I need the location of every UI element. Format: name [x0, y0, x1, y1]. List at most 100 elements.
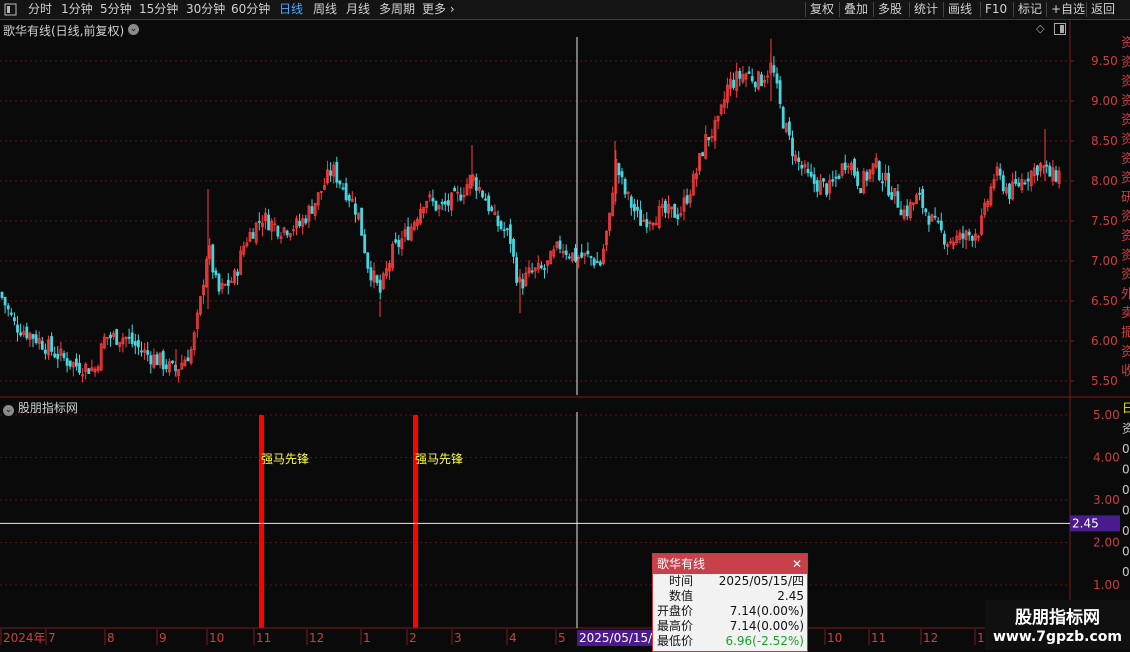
price-tick-label: 8.00: [1091, 174, 1118, 188]
candle-body: [353, 203, 357, 215]
candle-body: [344, 183, 348, 201]
tooltip-title: 歌华有线: [657, 557, 706, 571]
candle-body: [707, 136, 711, 141]
candle-body: [1023, 182, 1027, 185]
candle-body: [298, 220, 302, 227]
candle-body: [87, 368, 91, 374]
candle-body: [967, 231, 971, 236]
candle-body: [56, 353, 60, 360]
candle-body: [31, 334, 35, 339]
tooltip-row-value: 7.14(0.00%): [729, 604, 804, 618]
side-panel-text: 资: [1121, 36, 1130, 51]
candle-body: [285, 230, 289, 236]
candle-body: [617, 163, 621, 176]
candle-body: [329, 170, 333, 176]
candle-body: [443, 200, 447, 205]
data-tooltip: 歌华有线 ✕ 时间 2025/05/15/四 数值 2.45 开盘价 7.14(0.00%…: [652, 553, 808, 652]
candle-body: [598, 261, 602, 266]
candle-body: [636, 206, 639, 211]
candle-body: [363, 234, 367, 254]
candle-body: [623, 179, 627, 195]
tooltip-row: 最高价 7.14(0.00%): [653, 619, 807, 634]
side-panel-text: 振: [1121, 326, 1130, 341]
close-icon[interactable]: ✕: [792, 554, 802, 574]
side-panel-text: 0: [1122, 545, 1130, 559]
candle-body: [564, 250, 568, 255]
candle-body: [251, 232, 255, 239]
candle-body: [34, 334, 38, 343]
tooltip-row: 时间 2025/05/15/四: [653, 574, 807, 589]
candle-body: [831, 179, 835, 182]
side-panel-text: 资: [1121, 133, 1130, 148]
candle-body: [481, 190, 484, 198]
candle-body: [778, 80, 782, 105]
candle-body: [639, 209, 642, 226]
candle-body: [257, 221, 261, 223]
candle-body: [887, 172, 890, 196]
candle-body: [815, 180, 819, 192]
candle-body: [905, 205, 909, 217]
candle-body: [9, 312, 13, 315]
candle-body: [0, 292, 4, 298]
tooltip-row: 最低价 6.96(-2.52%): [653, 634, 807, 649]
candle-body: [877, 161, 881, 181]
candle-body: [431, 197, 435, 202]
crosshair-value: 2.45: [1072, 516, 1099, 530]
date-label: 9: [159, 631, 167, 645]
candle-body: [149, 355, 153, 365]
candle-body: [998, 168, 1002, 176]
candle-body: [927, 215, 931, 225]
candle-body: [732, 79, 735, 88]
candle-body: [62, 353, 66, 358]
side-panel-text: 资: [1121, 210, 1130, 225]
candle-body: [760, 74, 763, 87]
kline-chart[interactable]: 强马先锋 强马先锋 9.50 9.00 8.50 8.00 7.50 7.00 6.50 6.0…: [0, 0, 1130, 650]
price-tick-label: 6.50: [1091, 294, 1118, 308]
candle-body: [127, 336, 131, 339]
candle-body: [943, 233, 946, 245]
candle-body: [226, 279, 230, 286]
candle-body: [115, 329, 119, 345]
candle-body: [1026, 178, 1030, 182]
candle-body: [164, 364, 168, 370]
date-label: 2: [409, 631, 417, 645]
candle-body: [1017, 182, 1021, 187]
watermark-logo: 股朋指标网 www.7gpzb.com: [985, 600, 1130, 650]
candle-body: [1008, 183, 1011, 199]
candle-body: [136, 340, 140, 348]
indicator-tick-label: 5.00: [1093, 408, 1120, 422]
candle-body: [434, 200, 438, 211]
candle-body: [44, 349, 47, 354]
candle-body: [685, 195, 689, 204]
indicator-tick-label: 3.00: [1093, 493, 1120, 507]
candle-body: [505, 228, 509, 231]
indicator-tick-label: 4.00: [1093, 451, 1120, 465]
date-label: 3: [454, 631, 462, 645]
candle-body: [214, 270, 218, 276]
candle-body: [12, 317, 16, 322]
candle-body: [267, 214, 271, 231]
tooltip-row-label: 时间: [669, 574, 694, 588]
side-panel-text: 0: [1122, 463, 1130, 477]
price-tick-label: 5.50: [1091, 374, 1118, 388]
candle-body: [970, 235, 974, 241]
side-panel-text: 资: [1121, 152, 1130, 167]
date-label: 5: [558, 631, 566, 645]
candle-body: [394, 239, 398, 243]
candle-body: [338, 180, 342, 185]
candle-body: [487, 195, 491, 212]
side-panel-text: 卖: [1121, 306, 1130, 321]
candle-body: [865, 171, 869, 181]
candle-body: [335, 161, 339, 183]
candle-body: [543, 268, 546, 271]
side-panel-text: 资: [1121, 345, 1130, 360]
tooltip-header: 歌华有线 ✕: [653, 554, 807, 574]
candle-body: [772, 65, 776, 73]
candle-body: [592, 258, 596, 266]
date-label: 11: [871, 631, 886, 645]
candle-body: [499, 221, 503, 230]
candle-body: [397, 239, 401, 248]
candle-body: [310, 206, 314, 214]
chevron-down-icon[interactable]: ⌄: [3, 405, 14, 416]
candle-body: [211, 244, 215, 273]
